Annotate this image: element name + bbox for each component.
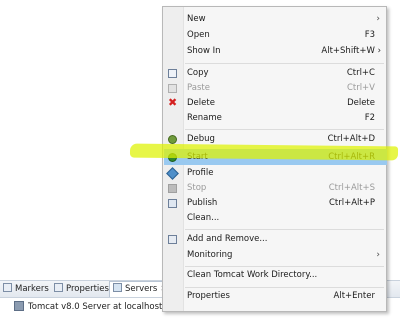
menu-item-clean[interactable]: Clean... <box>163 211 386 226</box>
menu-item-delete[interactable]: ✖ Delete Delete <box>163 96 386 111</box>
menu-item-label: Delete <box>187 98 215 108</box>
menu-item-label: Add and Remove... <box>187 234 268 244</box>
menu-item-label: Clean Tomcat Work Directory... <box>187 270 318 280</box>
menu-item-stop[interactable]: Stop Ctrl+Alt+S <box>163 181 386 196</box>
menu-item-show-in[interactable]: Show In Alt+Shift+W › <box>163 44 386 59</box>
profile-icon <box>166 167 179 180</box>
menu-item-label: Paste <box>187 83 210 93</box>
menu-item-accelerator: F3 <box>364 30 375 40</box>
debug-icon <box>168 135 177 144</box>
menu-item-accelerator: Ctrl+C <box>346 68 375 78</box>
properties-icon <box>54 283 63 292</box>
menu-separator <box>185 266 384 267</box>
menu-item-label: Clean... <box>187 213 220 223</box>
tab-servers-label: Servers <box>125 284 158 294</box>
menu-item-publish[interactable]: Publish Ctrl+Alt+P <box>163 196 386 211</box>
menu-item-label: Rename <box>187 113 222 123</box>
menu-item-accelerator: Alt+Shift+W › <box>321 46 381 56</box>
paste-icon <box>168 84 177 93</box>
markers-icon <box>3 283 12 292</box>
menu-item-label: Publish <box>187 198 218 208</box>
menu-item-label: Profile <box>187 168 214 178</box>
tab-markers[interactable]: Markers <box>3 282 49 296</box>
menu-item-accelerator: Delete <box>347 98 375 108</box>
menu-item-accelerator: Ctrl+V <box>346 83 375 93</box>
copy-icon <box>168 69 177 78</box>
menu-item-accelerator: Ctrl+Alt+S <box>328 183 375 193</box>
menu-item-profile[interactable]: Profile <box>163 166 386 181</box>
menu-item-label: New <box>187 14 206 24</box>
menu-item-accelerator: Ctrl+Alt+P <box>328 198 375 208</box>
highlighter-annotation <box>129 143 399 161</box>
stop-icon <box>168 184 177 193</box>
menu-item-rename[interactable]: Rename F2 <box>163 111 386 126</box>
tab-properties[interactable]: Properties <box>54 282 109 296</box>
menu-item-label: Open <box>187 30 210 40</box>
menu-item-open[interactable]: Open F3 <box>163 28 386 43</box>
menu-item-clean-tomcat-work-directory[interactable]: Clean Tomcat Work Directory... <box>163 268 386 283</box>
menu-item-label: Monitoring <box>187 250 233 260</box>
chevron-right-icon: › <box>376 14 380 24</box>
add-remove-icon <box>168 235 177 244</box>
menu-separator <box>185 229 384 230</box>
menu-item-new[interactable]: New › <box>163 12 386 27</box>
menu-separator <box>185 63 384 64</box>
menu-item-label: Stop <box>187 183 207 193</box>
menu-item-label: Properties <box>187 291 230 301</box>
menu-separator <box>185 129 384 130</box>
menu-separator <box>185 287 384 288</box>
servers-icon <box>113 283 122 292</box>
menu-item-monitoring[interactable]: Monitoring › <box>163 248 386 263</box>
server-icon <box>14 301 24 311</box>
menu-item-label: Copy <box>187 68 209 78</box>
menu-item-add-and-remove[interactable]: Add and Remove... <box>163 232 386 247</box>
menu-item-paste[interactable]: Paste Ctrl+V <box>163 81 386 96</box>
chevron-right-icon: › <box>376 250 380 260</box>
delete-icon: ✖ <box>168 96 178 109</box>
menu-item-properties[interactable]: Properties Alt+Enter <box>163 289 386 304</box>
menu-item-accelerator: Alt+Enter <box>333 291 375 301</box>
menu-item-accelerator: F2 <box>364 113 375 123</box>
menu-item-label: Show In <box>187 46 221 56</box>
menu-item-copy[interactable]: Copy Ctrl+C <box>163 66 386 81</box>
publish-icon <box>168 199 177 208</box>
tab-markers-label: Markers <box>15 284 49 294</box>
tab-properties-label: Properties <box>66 284 109 294</box>
